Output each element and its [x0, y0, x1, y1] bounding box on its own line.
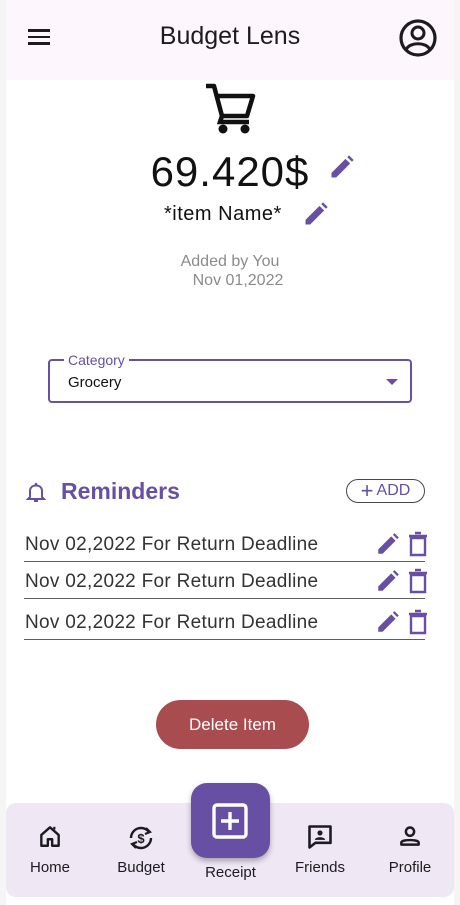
profile-icon [400, 826, 420, 846]
home-icon [40, 826, 60, 847]
friends-icon [308, 825, 332, 849]
delete-reminder-icon[interactable] [406, 568, 430, 594]
delete-item-button[interactable]: Delete Item [156, 700, 309, 749]
delete-reminder-icon[interactable] [406, 531, 430, 557]
add-receipt-button[interactable] [191, 783, 270, 858]
edit-price-icon[interactable] [328, 153, 356, 181]
category-label: Category [64, 352, 129, 368]
app-title: Budget Lens [159, 22, 301, 50]
nav-home[interactable]: Home [10, 823, 90, 876]
nav-home-label: Home [29, 859, 70, 876]
cart-icon [203, 80, 259, 136]
account-icon[interactable] [398, 18, 438, 58]
added-date-text: Nov 01,2022 [192, 272, 284, 289]
edit-reminder-icon[interactable] [375, 531, 401, 557]
reminder-row[interactable]: Nov 02,2022 For Return Deadline [24, 563, 427, 599]
reminder-row[interactable]: Nov 02,2022 For Return Deadline [24, 604, 427, 640]
bell-icon [24, 480, 48, 504]
nav-profile-label: Profile [388, 859, 432, 876]
edit-name-icon[interactable] [302, 200, 330, 228]
category-dropdown[interactable]: Category Grocery [48, 352, 412, 403]
item-price: 69.420$ [150, 148, 310, 195]
budget-icon: $ [129, 826, 153, 850]
reminder-text: Nov 02,2022 For Return Deadline [25, 534, 319, 555]
nav-profile[interactable]: Profile [370, 823, 450, 876]
reminder-text: Nov 02,2022 For Return Deadline [25, 571, 319, 592]
item-name: *item Name* [164, 203, 282, 225]
price-row: 69.420$ [0, 148, 460, 196]
reminder-row[interactable]: Nov 02,2022 For Return Deadline [24, 526, 427, 562]
nav-budget[interactable]: $ Budget [101, 823, 181, 876]
edit-reminder-icon[interactable] [375, 568, 401, 594]
svg-text:$: $ [137, 831, 145, 846]
add-receipt-icon [212, 803, 248, 839]
nav-friends-label: Friends [294, 859, 346, 876]
reminders-title: Reminders [61, 478, 180, 504]
added-by-text: Added by You [180, 253, 280, 270]
category-value: Grocery [68, 374, 122, 391]
nav-friends[interactable]: Friends [280, 823, 360, 876]
app-bar: Budget Lens [6, 0, 454, 80]
nav-receipt-label[interactable]: Receipt [191, 864, 270, 881]
nav-budget-label: Budget [117, 859, 165, 876]
reminder-text: Nov 02,2022 For Return Deadline [25, 612, 319, 633]
delete-reminder-icon[interactable] [406, 609, 430, 635]
dropdown-arrow-icon [386, 379, 398, 385]
add-reminder-label: ADD [376, 482, 411, 499]
plus-icon: + [360, 478, 374, 503]
edit-reminder-icon[interactable] [375, 609, 401, 635]
add-reminder-button[interactable]: + ADD [346, 479, 425, 503]
